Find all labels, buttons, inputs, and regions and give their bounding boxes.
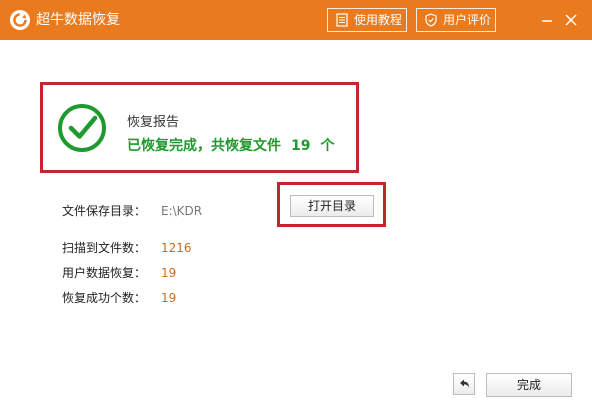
check-circle-icon [58, 104, 106, 152]
document-icon [336, 13, 348, 27]
result-prefix: 已恢复完成，共恢复文件 [127, 138, 281, 154]
undo-arrow-icon [460, 379, 469, 388]
minimize-button[interactable] [537, 10, 557, 30]
back-button[interactable] [453, 373, 475, 395]
user-data-recovered-value: 19 [161, 266, 177, 280]
close-icon [565, 14, 577, 26]
user-review-button[interactable]: 用户评价 [416, 8, 496, 32]
minimize-icon [542, 20, 552, 22]
title-bar: 超牛数据恢复 使用教程 用户评价 [0, 0, 592, 40]
result-suffix: 个 [320, 138, 335, 154]
user-data-recovered-label: 用户数据恢复： [62, 266, 147, 280]
refresh-app-icon [10, 10, 30, 30]
recovered-file-count: 19 [291, 138, 311, 154]
close-button[interactable] [561, 10, 581, 30]
recovery-report-panel: 恢复报告 已恢复完成，共恢复文件 19 个 [40, 82, 359, 173]
tutorial-button-label: 使用教程 [354, 13, 403, 27]
user-review-button-label: 用户评价 [443, 13, 492, 27]
shield-icon [425, 13, 437, 27]
open-directory-highlight: 打开目录 [277, 182, 386, 227]
recovery-success-label: 恢复成功个数： [62, 291, 147, 305]
recovery-success-value: 19 [161, 291, 177, 305]
scanned-files-label: 扫描到文件数： [62, 241, 147, 255]
app-title: 超牛数据恢复 [36, 12, 120, 28]
recovery-result-message: 已恢复完成，共恢复文件 19 个 [127, 137, 334, 155]
open-directory-button[interactable]: 打开目录 [290, 195, 374, 217]
save-directory-label: 文件保存目录： [62, 204, 147, 218]
save-directory-path: E:\KDR [161, 204, 203, 218]
done-button[interactable]: 完成 [486, 373, 572, 397]
tutorial-button[interactable]: 使用教程 [327, 8, 407, 32]
scanned-files-value: 1216 [161, 241, 192, 255]
report-title: 恢复报告 [127, 115, 180, 130]
